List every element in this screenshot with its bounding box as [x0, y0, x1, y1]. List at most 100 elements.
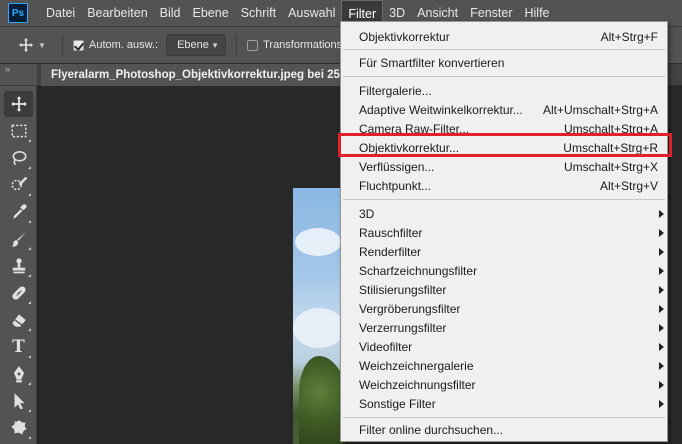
pen-icon: [13, 366, 24, 383]
submenu-arrow-icon: [659, 362, 664, 370]
submenu-arrow-icon: [659, 381, 664, 389]
submenu-video[interactable]: Videofilter: [341, 337, 667, 356]
submenu-render[interactable]: Renderfilter: [341, 242, 667, 261]
photoshop-logo-icon[interactable]: Ps: [8, 3, 28, 23]
submenu-sharpen[interactable]: Scharfzeichnungsfilter: [341, 261, 667, 280]
menu-item-label: Filter online durchsuchen...: [359, 422, 504, 437]
menu-item-label: Für Smartfilter konvertieren: [359, 55, 505, 70]
rectangle-marquee-icon: [11, 124, 26, 138]
menu-schrift[interactable]: Schrift: [235, 0, 282, 26]
tool-group-indicator: [28, 328, 31, 331]
auto-select-target-dropdown[interactable]: Ebene ▼: [166, 34, 227, 56]
document-tab-title: Flyeralarm_Photoshop_Objektivkorrektur.j…: [51, 69, 358, 81]
transform-controls-checkbox[interactable]: [247, 39, 259, 51]
arrow-cursor-icon: [14, 393, 25, 410]
menu-separator: [343, 199, 665, 200]
quick-select-icon: [11, 177, 27, 191]
tools-panel: T: [0, 86, 37, 444]
brush-tool[interactable]: [4, 226, 33, 252]
auto-select-checkbox[interactable]: [73, 39, 84, 51]
lasso-tool[interactable]: [4, 145, 33, 171]
chevron-down-icon: ▼: [38, 40, 46, 50]
submenu-arrow-icon: [659, 229, 664, 237]
menu-item-label: Weichzeichnungsfilter: [359, 377, 476, 392]
menu-item-lens-correction[interactable]: Objektivkorrektur... Umschalt+Strg+R: [341, 138, 667, 157]
menu-item-camera-raw[interactable]: Camera Raw-Filter... Umschalt+Strg+A: [341, 119, 667, 138]
custom-shape-icon: [10, 420, 27, 435]
menu-item-label: Videofilter: [359, 339, 413, 354]
submenu-arrow-icon: [659, 286, 664, 294]
quick-select-tool[interactable]: [4, 172, 33, 198]
menu-item-liquify[interactable]: Verflüssigen... Umschalt+Strg+X: [341, 157, 667, 176]
menu-item-last-filter[interactable]: Objektivkorrektur Alt+Strg+F: [341, 27, 667, 46]
menu-bearbeiten[interactable]: Bearbeiten: [81, 0, 153, 26]
menu-ebene[interactable]: Ebene: [187, 0, 235, 26]
tool-group-indicator: [28, 193, 31, 196]
document-tab[interactable]: Flyeralarm_Photoshop_Objektivkorrektur.j…: [41, 64, 361, 86]
divider: [236, 34, 238, 56]
menu-item-convert-smart-filter[interactable]: Für Smartfilter konvertieren: [341, 53, 667, 72]
filter-menu-dropdown: Objektivkorrektur Alt+Strg+F Für Smartfi…: [340, 21, 668, 442]
type-icon: T: [12, 337, 25, 357]
shape-tool[interactable]: [4, 415, 33, 441]
menu-item-shortcut: Alt+Umschalt+Strg+A: [542, 102, 658, 117]
submenu-3d[interactable]: 3D: [341, 204, 667, 223]
eraser-tool[interactable]: [4, 307, 33, 333]
submenu-arrow-icon: [659, 210, 664, 218]
menu-datei[interactable]: Datei: [40, 0, 81, 26]
menu-item-vanishing-point[interactable]: Fluchtpunkt... Alt+Strg+V: [341, 176, 667, 195]
menu-item-browse-filters-online[interactable]: Filter online durchsuchen...: [341, 420, 667, 439]
menu-item-label: Objektivkorrektur...: [359, 140, 460, 155]
move-tool[interactable]: [4, 91, 33, 117]
stamp-tool[interactable]: [4, 253, 33, 279]
menu-item-adaptive-wide-angle[interactable]: Adaptive Weitwinkelkorrektur... Alt+Umsc…: [341, 100, 667, 119]
menu-item-label: Camera Raw-Filter...: [359, 121, 470, 136]
submenu-distort[interactable]: Verzerrungsfilter: [341, 318, 667, 337]
menu-separator: [343, 49, 665, 50]
menu-bild[interactable]: Bild: [154, 0, 187, 26]
tool-group-indicator: [28, 382, 31, 385]
submenu-arrow-icon: [659, 305, 664, 313]
pen-tool[interactable]: [4, 361, 33, 387]
menu-item-label: Fluchtpunkt...: [359, 178, 432, 193]
menu-item-shortcut: Umschalt+Strg+R: [563, 140, 658, 155]
menu-item-label: 3D: [359, 206, 375, 221]
clone-stamp-icon: [12, 258, 25, 274]
submenu-pixelate[interactable]: Vergröberungsfilter: [341, 299, 667, 318]
hand-tool[interactable]: [4, 440, 33, 444]
divider: [62, 34, 63, 56]
auto-select-label: Autom. ausw.:: [89, 39, 159, 51]
submenu-noise[interactable]: Rauschfilter: [341, 223, 667, 242]
collapse-panel-icon[interactable]: »: [5, 64, 10, 74]
menu-item-filter-gallery[interactable]: Filtergalerie...: [341, 81, 667, 100]
move-icon: [19, 38, 33, 52]
marquee-tool[interactable]: [4, 118, 33, 144]
submenu-stylize[interactable]: Stilisierungsfilter: [341, 280, 667, 299]
menu-item-label: Scharfzeichnungsfilter: [359, 263, 478, 278]
submenu-blur[interactable]: Weichzeichnungsfilter: [341, 375, 667, 394]
submenu-blur-gallery[interactable]: Weichzeichnergalerie: [341, 356, 667, 375]
healing-brush-icon: [11, 286, 26, 300]
tool-group-indicator: [28, 139, 31, 142]
submenu-arrow-icon: [659, 248, 664, 256]
document-image[interactable]: [293, 188, 345, 444]
menu-auswahl[interactable]: Auswahl: [282, 0, 341, 26]
type-tool[interactable]: T: [4, 334, 33, 360]
menu-item-label: Stilisierungsfilter: [359, 282, 447, 297]
menu-item-label: Verflüssigen...: [359, 159, 435, 174]
eyedropper-icon: [12, 204, 27, 219]
tool-group-indicator: [28, 220, 31, 223]
eyedropper-tool[interactable]: [4, 199, 33, 225]
submenu-arrow-icon: [659, 400, 664, 408]
tool-group-indicator: [28, 166, 31, 169]
menu-separator: [343, 76, 665, 77]
tool-group-indicator: [28, 301, 31, 304]
submenu-arrow-icon: [659, 343, 664, 351]
image-tree: [299, 356, 345, 444]
submenu-other[interactable]: Sonstige Filter: [341, 394, 667, 413]
menu-item-label: Sonstige Filter: [359, 396, 436, 411]
path-select-tool[interactable]: [4, 388, 33, 414]
brush-icon: [11, 232, 26, 247]
tool-preset-picker[interactable]: ▼: [18, 37, 52, 53]
healing-tool[interactable]: [4, 280, 33, 306]
